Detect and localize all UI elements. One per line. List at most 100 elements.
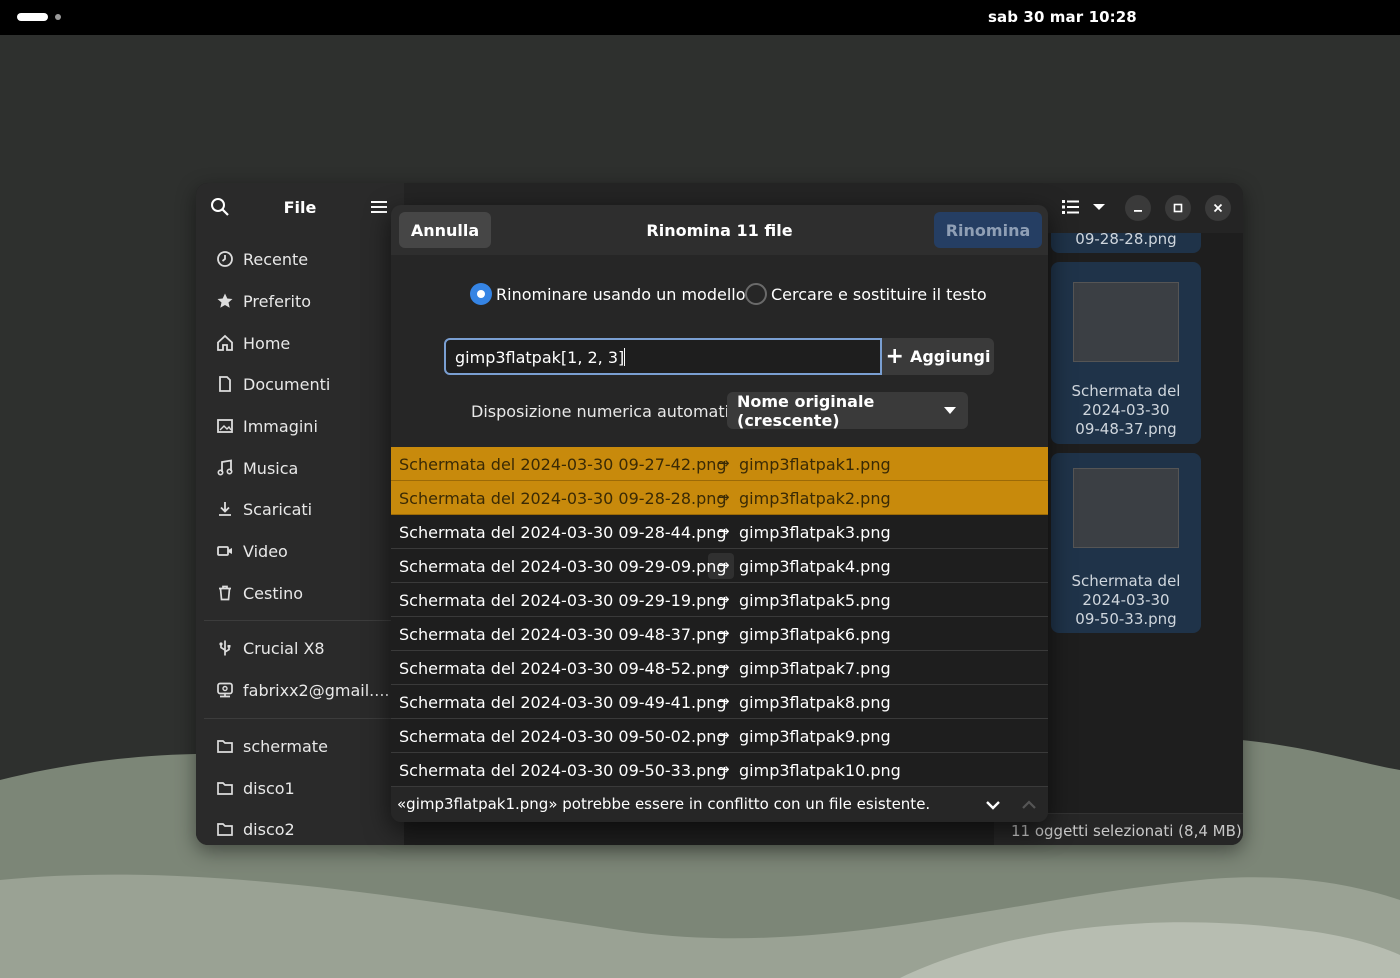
maximize-button[interactable] bbox=[1165, 195, 1191, 221]
new-filename: gimp3flatpak1.png bbox=[739, 455, 891, 474]
radio-replace-mode[interactable]: Cercare e sostituire il testo bbox=[745, 282, 987, 306]
thumbnail bbox=[1073, 468, 1179, 548]
file-tile[interactable]: Schermata del 2024-03-30 09-50-33.png bbox=[1051, 453, 1201, 633]
dropdown-arrow-icon bbox=[944, 407, 956, 414]
original-filename: Schermata del 2024-03-30 09-29-09.png bbox=[399, 557, 727, 576]
sidebar-item-scaricati[interactable]: Scaricati bbox=[216, 494, 396, 524]
rename-preview-list: Schermata del 2024-03-30 09-27-42.png → gi… bbox=[391, 447, 1048, 787]
new-filename: gimp3flatpak8.png bbox=[739, 693, 891, 712]
sidebar-item-cestino[interactable]: Cestino bbox=[216, 578, 396, 608]
order-dropdown[interactable]: Nome originale (crescente) bbox=[727, 392, 968, 430]
rename-row[interactable]: Schermata del 2024-03-30 09-27-42.png → gi… bbox=[391, 447, 1048, 481]
clock-icon bbox=[216, 250, 234, 268]
file-caption: 09-28-28.png bbox=[1075, 230, 1177, 248]
music-icon bbox=[216, 459, 234, 477]
radio-unselected[interactable] bbox=[745, 283, 767, 305]
sidebar-item-schermate[interactable]: schermate bbox=[216, 731, 396, 761]
arrow-right-icon: → bbox=[717, 658, 730, 676]
top-bar: sab 30 mar 10:28 bbox=[0, 0, 1400, 35]
chevron-down-icon[interactable] bbox=[984, 796, 1002, 814]
sidebar-separator bbox=[204, 718, 396, 719]
sidebar-item-musica[interactable]: Musica bbox=[216, 453, 396, 483]
rename-row[interactable]: Schermata del 2024-03-30 09-29-19.png → gi… bbox=[391, 583, 1048, 617]
dialog-header: Annulla Rinomina 11 file Rinomina bbox=[391, 205, 1048, 255]
sidebar-item-disco2[interactable]: disco2 bbox=[216, 814, 396, 844]
minimize-button[interactable] bbox=[1125, 195, 1151, 221]
file-tile[interactable]: 09-28-28.png bbox=[1051, 230, 1201, 253]
rename-button[interactable]: Rinomina bbox=[934, 212, 1042, 248]
arrow-right-icon: → bbox=[717, 624, 730, 642]
sidebar-separator bbox=[204, 620, 396, 621]
activities-indicator[interactable] bbox=[17, 13, 48, 21]
trash-icon bbox=[216, 584, 234, 602]
sidebar-item-network-account[interactable]: fabrixx2@gmail.... bbox=[216, 675, 396, 705]
new-filename: gimp3flatpak5.png bbox=[739, 591, 891, 610]
arrow-right-icon: → bbox=[717, 488, 730, 506]
original-filename: Schermata del 2024-03-30 09-28-44.png bbox=[399, 523, 727, 542]
download-icon bbox=[216, 500, 234, 518]
file-caption: Schermata del bbox=[1071, 382, 1181, 400]
rename-row[interactable]: Schermata del 2024-03-30 09-28-44.png → gi… bbox=[391, 515, 1048, 549]
new-filename: gimp3flatpak2.png bbox=[739, 489, 891, 508]
sidebar-item-preferito[interactable]: Preferito bbox=[216, 286, 396, 316]
workspace-dot[interactable] bbox=[55, 14, 61, 20]
hamburger-menu-icon[interactable] bbox=[370, 198, 388, 216]
add-button[interactable]: + Aggiungi bbox=[882, 338, 994, 375]
rename-row[interactable]: Schermata del 2024-03-30 09-28-28.png → gi… bbox=[391, 481, 1048, 515]
clock[interactable]: sab 30 mar 10:28 bbox=[988, 8, 1137, 26]
file-caption: 09-48-37.png bbox=[1075, 420, 1177, 438]
sidebar-item-recente[interactable]: Recente bbox=[216, 244, 396, 274]
plus-icon: + bbox=[885, 343, 904, 369]
sidebar-item-crucial-x8[interactable]: Crucial X8 bbox=[216, 633, 396, 663]
radio-template-mode[interactable]: Rinominare usando un modello bbox=[470, 282, 746, 306]
list-view-icon[interactable] bbox=[1061, 198, 1081, 216]
sidebar-item-video[interactable]: Video bbox=[216, 536, 396, 566]
rename-row[interactable]: Schermata del 2024-03-30 09-50-33.png → gi… bbox=[391, 753, 1048, 787]
rename-row[interactable]: Schermata del 2024-03-30 09-48-52.png → gi… bbox=[391, 651, 1048, 685]
new-filename: gimp3flatpak6.png bbox=[739, 625, 891, 644]
file-caption: 2024-03-30 bbox=[1082, 401, 1170, 419]
original-filename: Schermata del 2024-03-30 09-48-37.png bbox=[399, 625, 727, 644]
thumbnail bbox=[1073, 282, 1179, 362]
new-filename: gimp3flatpak4.png bbox=[739, 557, 891, 576]
sidebar-item-immagini[interactable]: Immagini bbox=[216, 411, 396, 441]
chevron-up-icon[interactable] bbox=[1020, 796, 1038, 814]
file-caption: Schermata del bbox=[1071, 572, 1181, 590]
new-filename: gimp3flatpak10.png bbox=[739, 761, 901, 780]
folder-icon bbox=[216, 737, 234, 755]
pattern-input[interactable]: gimp3flatpak[1, 2, 3] bbox=[444, 338, 882, 375]
close-button[interactable] bbox=[1205, 195, 1231, 221]
rename-row[interactable]: Schermata del 2024-03-30 09-29-09.png → gi… bbox=[391, 549, 1048, 583]
text-caret bbox=[624, 348, 626, 366]
rename-row[interactable]: Schermata del 2024-03-30 09-48-37.png → gi… bbox=[391, 617, 1048, 651]
file-caption: 2024-03-30 bbox=[1082, 591, 1170, 609]
file-tile[interactable]: Schermata del 2024-03-30 09-48-37.png bbox=[1051, 262, 1201, 444]
radio-selected[interactable] bbox=[470, 283, 492, 305]
rename-dialog: Annulla Rinomina 11 file Rinomina Rinomi… bbox=[391, 205, 1048, 822]
folder-icon bbox=[216, 779, 234, 797]
rename-row[interactable]: Schermata del 2024-03-30 09-49-41.png → gi… bbox=[391, 685, 1048, 719]
arrow-right-icon: → bbox=[717, 726, 730, 744]
sidebar-item-documenti[interactable]: Documenti bbox=[216, 369, 396, 399]
original-filename: Schermata del 2024-03-30 09-50-33.png bbox=[399, 761, 727, 780]
image-icon bbox=[216, 417, 234, 435]
usb-icon bbox=[216, 639, 234, 657]
video-icon bbox=[216, 542, 234, 560]
chevron-down-icon[interactable] bbox=[1092, 202, 1106, 212]
order-label: Disposizione numerica automatica bbox=[471, 402, 748, 421]
close-icon bbox=[1213, 203, 1223, 213]
conflict-warning-bar: «gimp3flatpak1.png» potrebbe essere in c… bbox=[391, 787, 1048, 822]
original-filename: Schermata del 2024-03-30 09-50-02.png bbox=[399, 727, 727, 746]
rename-row[interactable]: Schermata del 2024-03-30 09-50-02.png → gi… bbox=[391, 719, 1048, 753]
sidebar: File Recente Preferito Home Documenti Im… bbox=[196, 183, 404, 845]
arrow-right-icon: → bbox=[717, 760, 730, 778]
original-filename: Schermata del 2024-03-30 09-29-19.png bbox=[399, 591, 727, 610]
sidebar-item-disco1[interactable]: disco1 bbox=[216, 773, 396, 803]
new-filename: gimp3flatpak9.png bbox=[739, 727, 891, 746]
minimize-icon bbox=[1134, 210, 1142, 212]
arrow-right-icon: → bbox=[717, 522, 730, 540]
arrow-right-icon: → bbox=[717, 454, 730, 472]
sidebar-item-home[interactable]: Home bbox=[216, 328, 396, 358]
document-icon bbox=[216, 375, 234, 393]
network-icon bbox=[216, 681, 234, 699]
